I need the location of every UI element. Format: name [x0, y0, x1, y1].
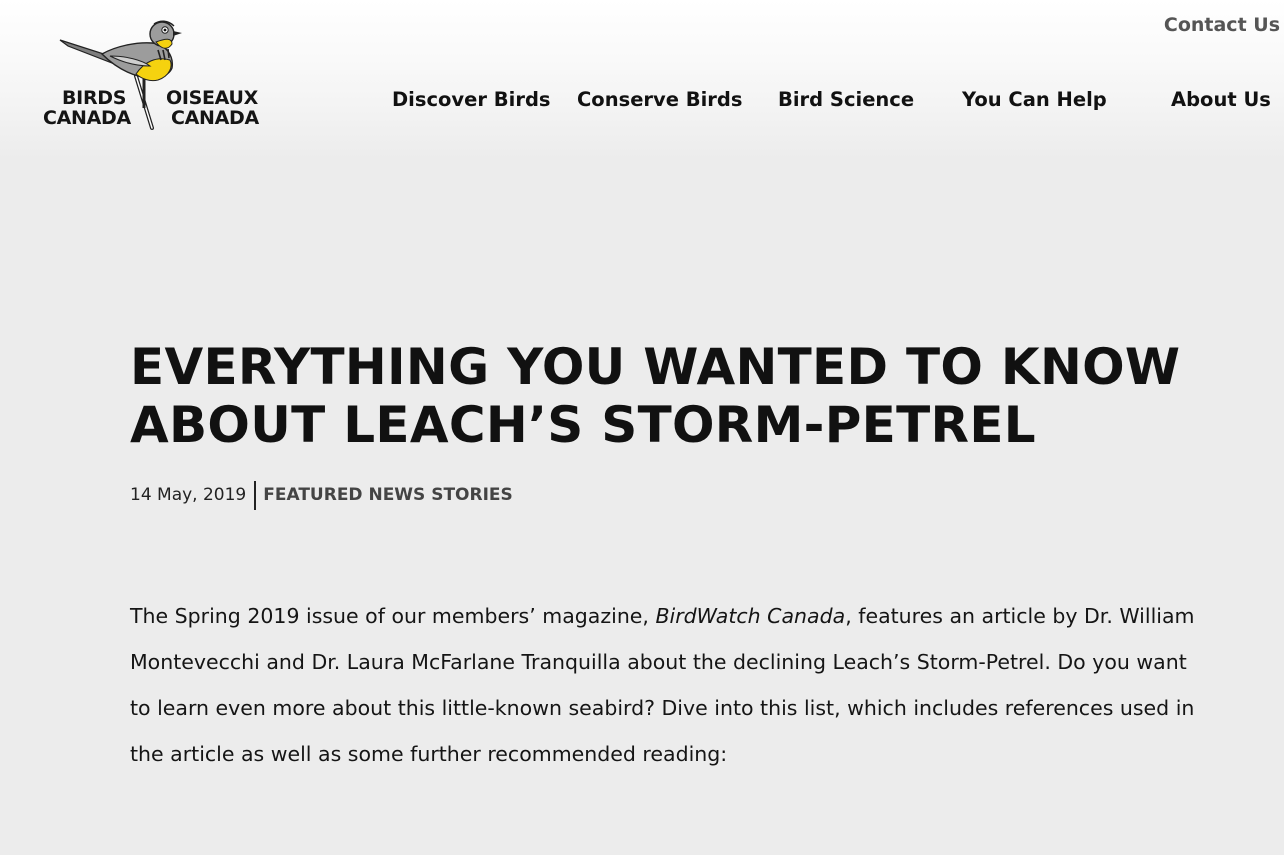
contact-us-link[interactable]: Contact Us — [1164, 14, 1280, 36]
logo-text-canada-en: CANADA — [43, 107, 131, 129]
article-title-line-2: ABOUT LEACH’S STORM-PETREL — [130, 396, 1036, 454]
intro-text-start: The Spring 2019 issue of our members’ ma… — [130, 604, 656, 628]
article-title-line-1: EVERYTHING YOU WANTED TO KNOW — [130, 338, 1181, 396]
nav-you-can-help[interactable]: You Can Help — [962, 88, 1107, 111]
logo-text-canada-fr: CANADA — [171, 107, 259, 129]
site-header: BIRDS CANADA OISEAUX CANADA Contact Us D… — [0, 0, 1284, 160]
category-link[interactable]: FEATURED NEWS STORIES — [263, 485, 513, 505]
logo-text-oiseaux: OISEAUX — [166, 87, 258, 109]
nav-discover-birds[interactable]: Discover Birds — [392, 88, 551, 111]
nav-bird-science[interactable]: Bird Science — [778, 88, 914, 111]
meta-divider — [254, 480, 257, 510]
nav-conserve-birds[interactable]: Conserve Birds — [577, 88, 743, 111]
nav-about-us[interactable]: About Us — [1171, 88, 1271, 111]
article-date: 14 May, 2019 — [130, 485, 247, 505]
logo-text-birds: BIRDS — [62, 87, 127, 109]
article-meta: 14 May, 2019 FEATURED NEWS STORIES — [130, 480, 513, 510]
article-title: EVERYTHING YOU WANTED TO KNOW ABOUT LEAC… — [130, 338, 1210, 454]
article-intro-paragraph: The Spring 2019 issue of our members’ ma… — [130, 593, 1210, 777]
intro-text-end: , features an article by Dr. William Mon… — [130, 604, 1195, 766]
birds-canada-logo[interactable]: BIRDS CANADA OISEAUX CANADA — [40, 16, 270, 132]
magazine-title: BirdWatch Canada — [655, 604, 846, 628]
